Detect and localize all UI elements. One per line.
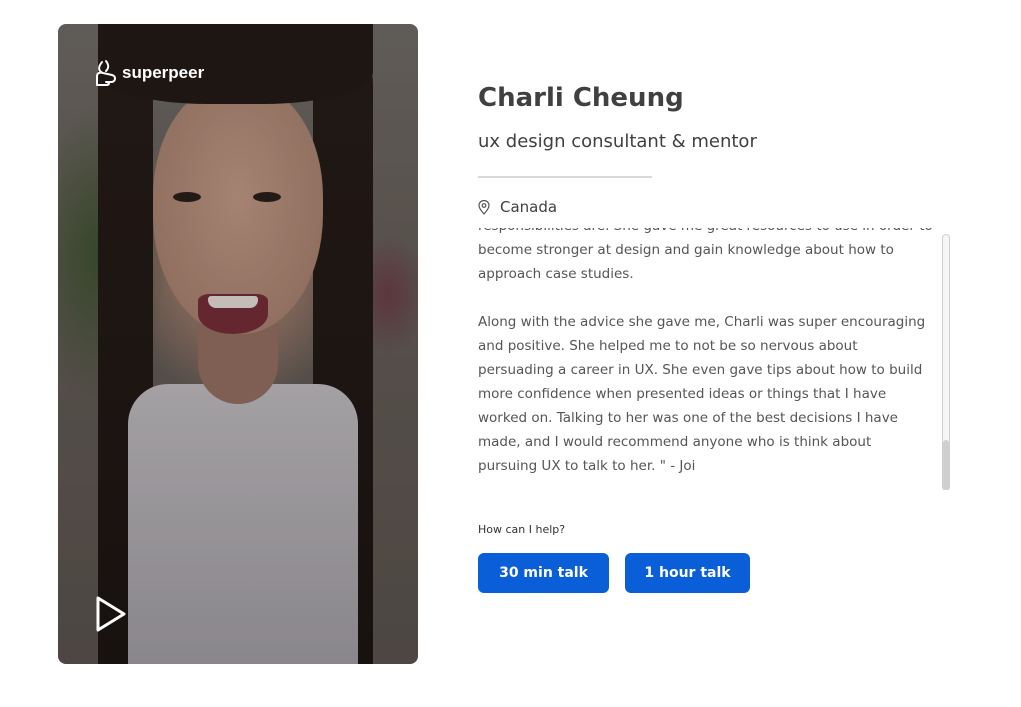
30-min-talk-button[interactable]: 30 min talk — [478, 553, 609, 593]
help-heading: How can I help? — [478, 523, 566, 536]
play-icon[interactable] — [94, 594, 128, 634]
video-overlay — [58, 24, 418, 664]
profile-location: Canada — [478, 198, 557, 216]
map-pin-icon — [478, 199, 490, 215]
superpeer-logo-icon — [96, 60, 116, 86]
bio-paragraph: Along with the advice she gave me, Charl… — [478, 314, 926, 474]
bio-scrollbar-thumb[interactable] — [943, 440, 949, 490]
profile-tagline: ux design consultant & mentor — [478, 131, 757, 152]
superpeer-brand: superpeer — [94, 59, 204, 87]
divider — [478, 176, 652, 178]
bio-scroll-area[interactable]: responsibilities are. She gave me great … — [478, 228, 958, 490]
brand-name: superpeer — [122, 63, 205, 82]
bio-paragraph: responsibilities are. She gave me great … — [478, 228, 933, 282]
location-label: Canada — [500, 198, 558, 216]
1-hour-talk-button[interactable]: 1 hour talk — [625, 553, 750, 593]
profile-name: Charli Cheung — [478, 83, 684, 113]
bio-text: responsibilities are. She gave me great … — [478, 228, 933, 490]
bio-scrollbar[interactable] — [942, 234, 950, 490]
intro-video[interactable]: superpeer — [58, 24, 418, 664]
